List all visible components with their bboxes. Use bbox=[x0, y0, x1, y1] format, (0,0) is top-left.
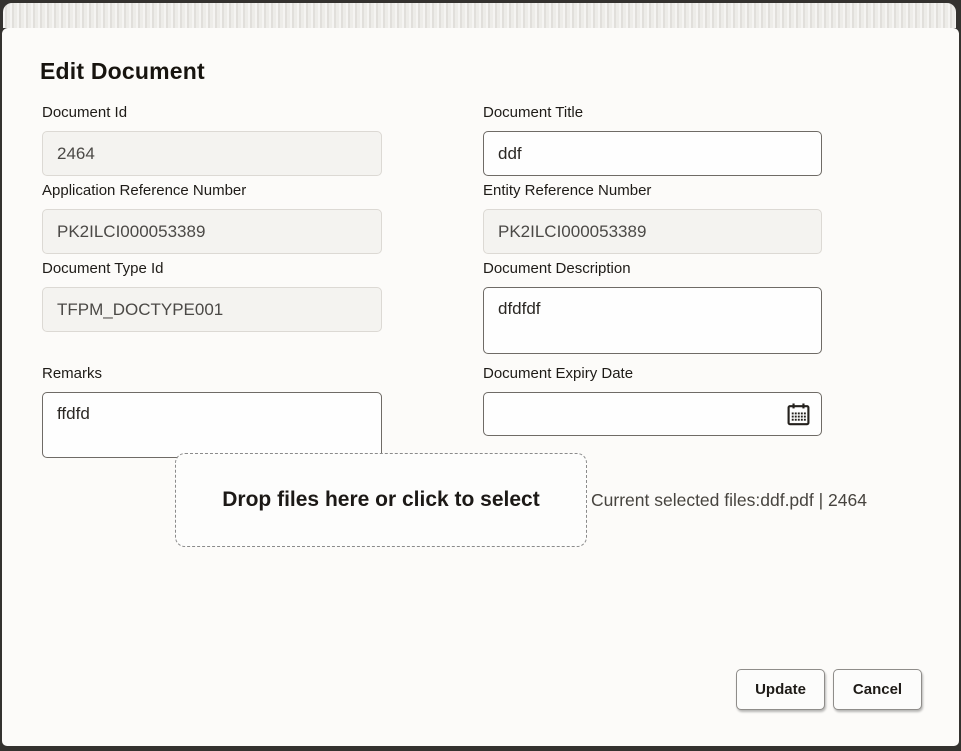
edit-document-form: Document Id Document Title Application R… bbox=[42, 103, 822, 463]
document-id-label: Document Id bbox=[42, 103, 382, 122]
application-reference-number-input bbox=[42, 209, 382, 254]
document-description-label: Document Description bbox=[483, 259, 822, 278]
calendar-icon[interactable] bbox=[784, 400, 812, 428]
field-document-description: Document Description dfdfdf bbox=[483, 259, 822, 359]
entity-reference-number-input bbox=[483, 209, 822, 254]
document-title-label: Document Title bbox=[483, 103, 822, 122]
dialog-title: Edit Document bbox=[40, 58, 205, 85]
remarks-label: Remarks bbox=[42, 364, 382, 383]
selected-files-text: Current selected files:ddf.pdf | 2464 bbox=[591, 490, 867, 511]
field-remarks: Remarks ffdfd bbox=[42, 364, 382, 463]
edit-document-dialog: Edit Document Document Id Document Title… bbox=[2, 28, 959, 746]
document-title-input[interactable] bbox=[483, 131, 822, 176]
remarks-textarea[interactable]: ffdfd bbox=[42, 392, 382, 458]
field-document-id: Document Id bbox=[42, 103, 382, 176]
document-description-textarea[interactable]: dfdfdf bbox=[483, 287, 822, 354]
background-page-strip bbox=[3, 3, 956, 28]
document-expiry-date-input[interactable] bbox=[483, 392, 822, 436]
entity-reference-number-label: Entity Reference Number bbox=[483, 181, 822, 200]
field-document-expiry-date: Document Expiry Date bbox=[483, 364, 822, 436]
update-button[interactable]: Update bbox=[736, 669, 825, 710]
document-type-id-input bbox=[42, 287, 382, 332]
dropzone-label: Drop files here or click to select bbox=[222, 488, 539, 512]
application-reference-number-label: Application Reference Number bbox=[42, 181, 382, 200]
cancel-button[interactable]: Cancel bbox=[833, 669, 922, 710]
field-document-title: Document Title bbox=[483, 103, 822, 176]
field-application-reference-number: Application Reference Number bbox=[42, 181, 382, 254]
document-type-id-label: Document Type Id bbox=[42, 259, 382, 278]
date-input-wrapper bbox=[483, 392, 822, 436]
document-expiry-date-label: Document Expiry Date bbox=[483, 364, 822, 383]
document-id-input bbox=[42, 131, 382, 176]
dialog-footer: Update Cancel bbox=[736, 669, 922, 710]
field-entity-reference-number: Entity Reference Number bbox=[483, 181, 822, 254]
page-backdrop: Edit Document Document Id Document Title… bbox=[0, 0, 961, 751]
field-document-type-id: Document Type Id bbox=[42, 259, 382, 332]
file-dropzone[interactable]: Drop files here or click to select bbox=[175, 453, 587, 547]
file-upload-row: Drop files here or click to select Curre… bbox=[175, 453, 867, 547]
